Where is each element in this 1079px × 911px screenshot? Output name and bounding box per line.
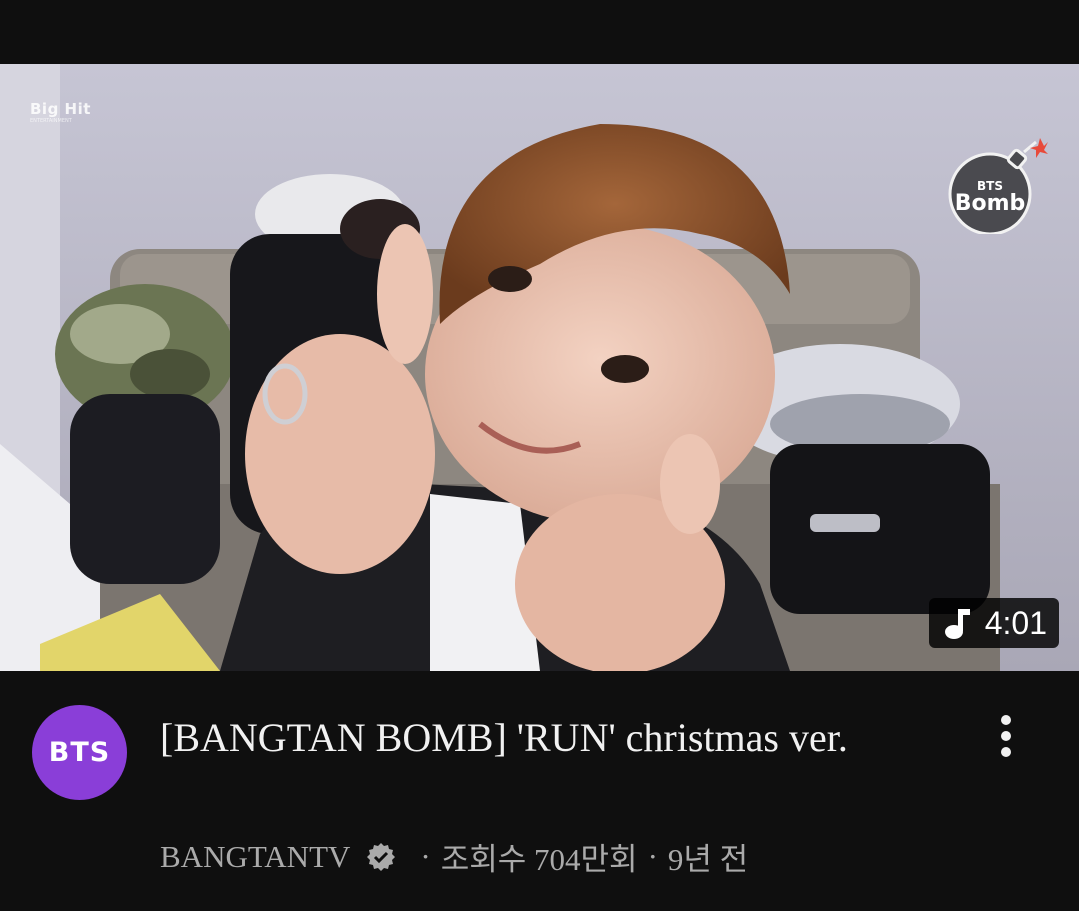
svg-text:Bomb: Bomb [955, 191, 1026, 216]
bts-bomb-logo: BTS Bomb [948, 138, 1048, 234]
verified-badge-icon [367, 842, 396, 871]
view-count: 조회수 704만회 [440, 842, 638, 877]
meta-separator: · [420, 838, 431, 874]
channel-name[interactable]: BANGTANTV [160, 839, 350, 875]
status-bar [0, 0, 1079, 64]
video-metadata: BANGTANTV · 조회수 704만회 · 9년 전 [160, 834, 748, 879]
more-vertical-icon[interactable] [988, 711, 1024, 761]
thumbnail-image [0, 64, 1079, 671]
video-thumbnail[interactable]: Big Hit ENTERTAINMENT BTS Bomb 4:01 [0, 64, 1079, 671]
meta-separator: · [647, 838, 658, 874]
channel-avatar[interactable]: BTS [32, 705, 127, 800]
bighit-watermark: Big Hit ENTERTAINMENT [30, 100, 91, 124]
duration-text: 4:01 [984, 604, 1047, 641]
duration-badge: 4:01 [928, 598, 1059, 648]
video-info: BTS [BANGTAN BOMB] 'RUN' christmas ver. … [0, 671, 1079, 911]
upload-age: 9년 전 [667, 842, 749, 877]
music-note-icon [944, 609, 970, 639]
video-title[interactable]: [BANGTAN BOMB] 'RUN' christmas ver. [160, 709, 920, 766]
